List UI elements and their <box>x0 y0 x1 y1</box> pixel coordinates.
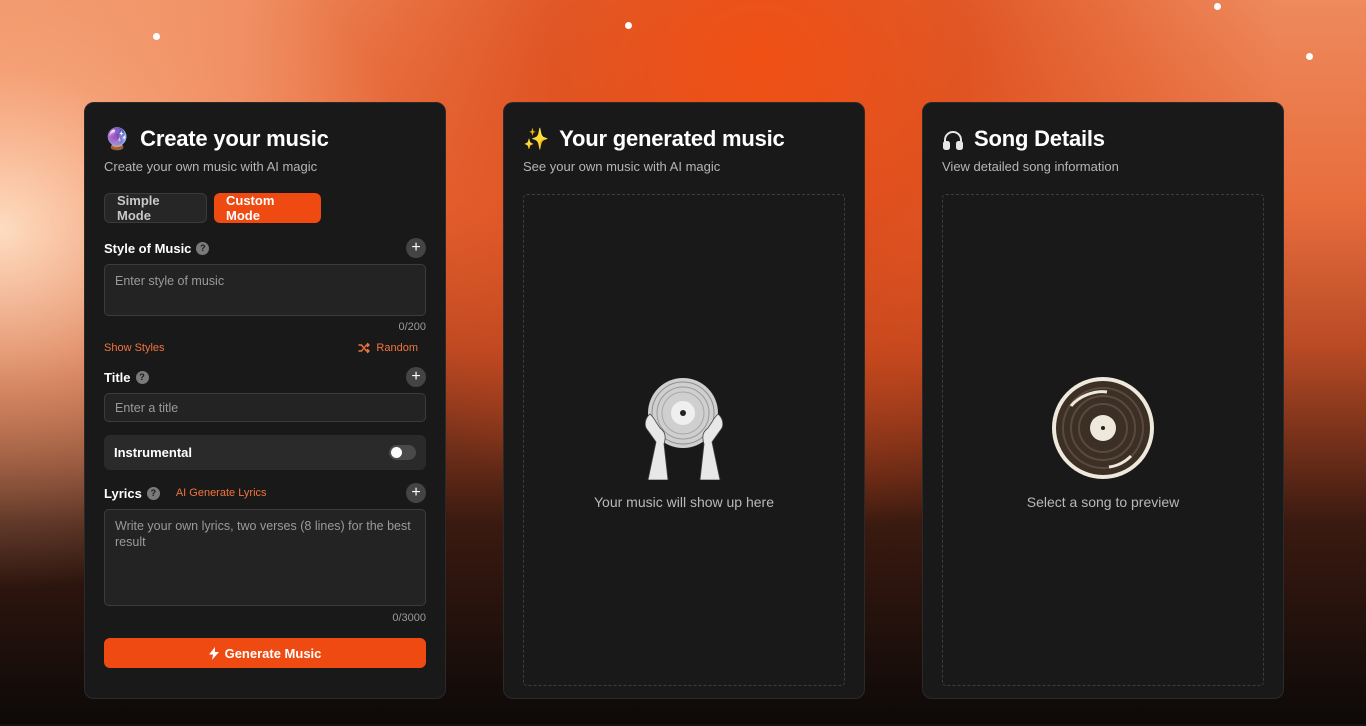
decor-dot <box>625 22 632 29</box>
title-input[interactable]: Enter a title <box>104 393 426 422</box>
mode-switcher: Simple Mode Custom Mode <box>104 193 426 223</box>
lightning-icon <box>208 646 219 660</box>
panel-subtitle: See your own music with AI magic <box>523 159 721 174</box>
simple-mode-button[interactable]: Simple Mode <box>104 193 207 223</box>
add-lyrics-button[interactable]: + <box>406 483 426 503</box>
instrumental-row: Instrumental <box>104 435 426 470</box>
add-title-button[interactable]: + <box>406 367 426 387</box>
show-styles-link[interactable]: Show Styles <box>104 342 165 354</box>
help-icon[interactable]: ? <box>135 370 149 384</box>
generated-music-area: Your music will show up here <box>523 194 845 686</box>
sparkles-icon: ✨ <box>523 126 550 151</box>
create-music-panel: 🔮 Create your music Create your own musi… <box>84 102 446 699</box>
style-of-music-label: Style of Music <box>104 240 192 256</box>
instrumental-label: Instrumental <box>114 445 193 460</box>
title-label: Title <box>104 369 131 385</box>
crystal-ball-icon: 🔮 <box>104 126 131 151</box>
generate-music-label: Generate Music <box>224 645 322 661</box>
panel-title: Create your music <box>140 126 329 151</box>
lyrics-input[interactable]: Write your own lyrics, two verses (8 lin… <box>104 509 426 606</box>
add-style-button[interactable]: + <box>406 238 426 258</box>
random-label: Random <box>376 342 418 354</box>
panel-header: Song Details <box>942 125 1264 153</box>
help-icon[interactable]: ? <box>146 486 160 500</box>
random-button[interactable]: Random <box>358 342 418 354</box>
panel-header: 🔮 Create your music <box>104 125 426 153</box>
lyrics-label: Lyrics <box>104 485 142 501</box>
generated-music-panel: ✨ Your generated music See your own musi… <box>503 102 865 699</box>
panel-subtitle: Create your own music with AI magic <box>104 159 318 174</box>
lyrics-char-counter: 0/3000 <box>392 612 426 624</box>
panel-title: Song Details <box>974 126 1105 151</box>
panel-header: ✨ Your generated music <box>523 125 845 153</box>
decor-dot <box>1306 53 1313 60</box>
panel-subtitle: View detailed song information <box>942 159 1119 174</box>
decor-dot <box>153 33 160 40</box>
empty-state-text: Select a song to preview <box>1026 494 1180 510</box>
generate-music-button[interactable]: Generate Music <box>104 638 426 668</box>
instrumental-toggle[interactable] <box>389 445 416 460</box>
style-char-counter: 0/200 <box>398 321 426 333</box>
panel-title: Your generated music <box>559 126 785 151</box>
song-details-panel: Song Details View detailed song informat… <box>922 102 1284 699</box>
ai-generate-lyrics-link[interactable]: AI Generate Lyrics <box>176 487 267 499</box>
vinyl-record-icon <box>1052 377 1154 479</box>
decor-dot <box>1214 3 1221 10</box>
vinyl-hands-illustration <box>644 378 724 480</box>
shuffle-icon <box>358 342 371 354</box>
headphones-icon <box>943 130 963 150</box>
style-of-music-input[interactable]: Enter style of music <box>104 264 426 316</box>
song-preview-area: Select a song to preview <box>942 194 1264 686</box>
help-icon[interactable]: ? <box>196 241 210 255</box>
custom-mode-button[interactable]: Custom Mode <box>214 193 321 223</box>
empty-state-text: Your music will show up here <box>593 494 774 510</box>
